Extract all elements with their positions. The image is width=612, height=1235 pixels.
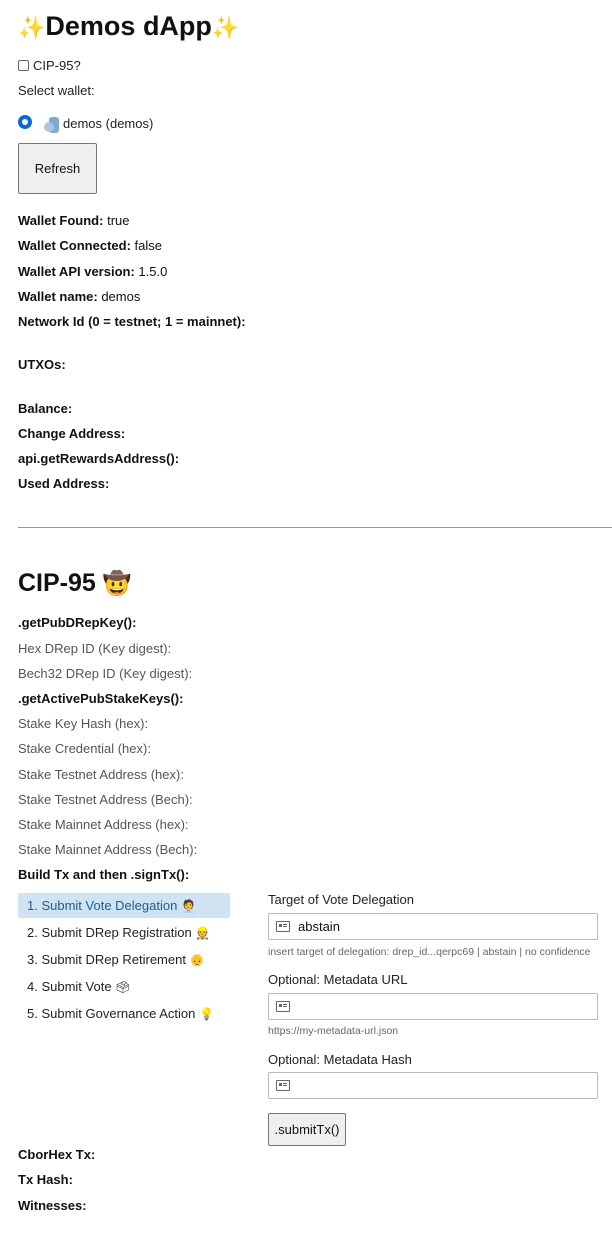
select-wallet-label: Select wallet: xyxy=(18,83,95,98)
tab-submit-vote[interactable]: 4. Submit Vote 🗳 xyxy=(18,974,230,999)
submit-tx-button[interactable]: .submitTx() xyxy=(268,1113,346,1146)
cowboy-emoji-icon: 🤠 xyxy=(102,570,132,596)
metadata-url-label: Optional: Metadata URL xyxy=(268,972,408,987)
sparkles-icon: ✨ xyxy=(211,15,240,40)
wallet-radio[interactable] xyxy=(18,115,32,129)
witnesses: Witnesses: xyxy=(18,1198,87,1213)
wallet-name: Wallet name: demos xyxy=(18,289,141,304)
wallet-option-label[interactable]: demos (demos) xyxy=(63,116,153,132)
refresh-button[interactable]: Refresh xyxy=(18,143,97,194)
sparkles-icon: ✨ xyxy=(18,15,46,40)
cip95-checkbox[interactable] xyxy=(18,60,29,71)
cip95-toggle[interactable]: CIP-95? xyxy=(18,58,81,74)
bech32-drep-id: Bech32 DRep ID (Key digest): xyxy=(18,666,193,681)
wallet-found-value: true xyxy=(107,213,130,228)
wallet-api-version: Wallet API version: 1.5.0 xyxy=(18,264,168,279)
hex-drep-id: Hex DRep ID (Key digest): xyxy=(18,641,172,656)
wallet-api-version-value: 1.5.0 xyxy=(138,264,168,279)
stake-mainnet-hex: Stake Mainnet Address (hex): xyxy=(18,817,189,832)
build-tx-label: Build Tx and then .signTx(): xyxy=(18,867,190,882)
metadata-hash-field[interactable] xyxy=(268,1072,598,1099)
wallet-connected-value: false xyxy=(134,238,163,253)
older-person-icon: 👴 xyxy=(189,953,205,967)
network-id: Network Id (0 = testnet; 1 = mainnet): xyxy=(18,314,246,329)
light-bulb-icon: 💡 xyxy=(199,1007,214,1021)
page-title: ✨Demos dApp✨ xyxy=(18,10,239,44)
get-pub-drep-key-label: .getPubDRepKey(): xyxy=(18,615,137,630)
target-delegation-input[interactable] xyxy=(298,919,578,934)
tab-submit-governance-action[interactable]: 5. Submit Governance Action 💡 xyxy=(18,1001,230,1026)
wallet-connected: Wallet Connected: false xyxy=(18,238,163,253)
section-divider xyxy=(18,527,612,528)
tab-submit-drep-registration[interactable]: 2. Submit DRep Registration 👷 xyxy=(18,920,230,945)
metadata-hash-label: Optional: Metadata Hash xyxy=(268,1052,412,1067)
cip95-heading: CIP-95 🤠 xyxy=(18,569,132,597)
stake-testnet-bech: Stake Testnet Address (Bech): xyxy=(18,792,193,807)
used-address: Used Address: xyxy=(18,476,110,491)
rewards-address: api.getRewardsAddress(): xyxy=(18,451,180,466)
demos-wallet-icon xyxy=(44,117,59,133)
change-address: Change Address: xyxy=(18,426,126,441)
cborhex-tx: CborHex Tx: xyxy=(18,1147,96,1162)
tab-submit-vote-delegation[interactable]: 1. Submit Vote Delegation 🧑‍💼 xyxy=(18,893,230,918)
construction-worker-icon: 👷 xyxy=(195,926,211,940)
balance: Balance: xyxy=(18,401,73,416)
target-delegation-label: Target of Vote Delegation xyxy=(268,892,414,907)
governance-action-menu: 1. Submit Vote Delegation 🧑‍💼 2. Submit … xyxy=(18,893,230,1028)
tx-hash: Tx Hash: xyxy=(18,1172,73,1187)
stake-credential: Stake Credential (hex): xyxy=(18,741,151,756)
metadata-hash-input[interactable] xyxy=(298,1078,578,1093)
tab-submit-drep-retirement[interactable]: 3. Submit DRep Retirement 👴 xyxy=(18,947,230,972)
wallet-name-value: demos xyxy=(101,289,141,304)
utxos: UTXOs: xyxy=(18,357,66,372)
ballot-box-icon: 🗳 xyxy=(115,980,131,994)
wallet-found: Wallet Found: true xyxy=(18,213,130,228)
stake-key-hash: Stake Key Hash (hex): xyxy=(18,716,149,731)
target-delegation-field[interactable] xyxy=(268,913,598,940)
id-card-icon xyxy=(276,1001,290,1012)
id-card-icon xyxy=(276,921,290,932)
get-active-pub-stake-keys-label: .getActivePubStakeKeys(): xyxy=(18,691,184,706)
id-card-icon xyxy=(276,1080,290,1091)
cip95-toggle-label: CIP-95? xyxy=(33,58,81,73)
metadata-url-input[interactable] xyxy=(298,999,578,1014)
page-title-text: Demos dApp xyxy=(45,11,212,41)
stake-testnet-hex: Stake Testnet Address (hex): xyxy=(18,767,184,782)
office-worker-icon: 🧑‍💼 xyxy=(180,899,196,913)
metadata-url-help: https://my-metadata-url.json xyxy=(268,1025,399,1037)
stake-mainnet-bech: Stake Mainnet Address (Bech): xyxy=(18,842,198,857)
metadata-url-field[interactable] xyxy=(268,993,598,1020)
target-delegation-help: insert target of delegation: drep_id...q… xyxy=(268,946,591,958)
